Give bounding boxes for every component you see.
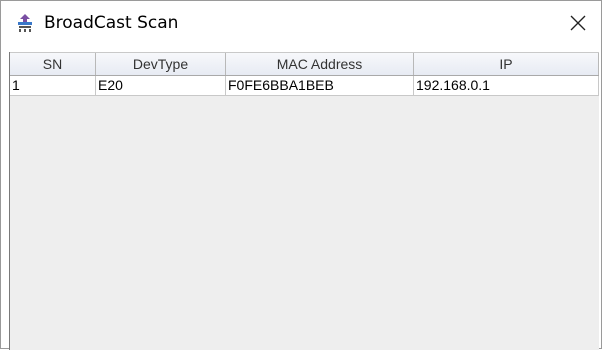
close-button[interactable] — [555, 1, 601, 45]
close-icon — [570, 15, 586, 31]
broadcast-app-icon — [15, 13, 35, 33]
broadcast-scan-window: BroadCast Scan SN DevType MAC Address IP… — [0, 0, 602, 350]
window-title: BroadCast Scan — [44, 13, 179, 33]
cell-devtype: E20 — [96, 76, 226, 95]
cell-ip: 192.168.0.1 — [414, 76, 599, 95]
column-header-mac-address[interactable]: MAC Address — [226, 53, 414, 75]
column-header-devtype[interactable]: DevType — [96, 53, 226, 75]
table-row[interactable]: 1 E20 F0FE6BBA1BEB 192.168.0.1 — [10, 76, 599, 96]
column-header-sn[interactable]: SN — [10, 53, 96, 75]
cell-sn: 1 — [10, 76, 96, 95]
title-bar[interactable]: BroadCast Scan — [1, 1, 601, 45]
table-header: SN DevType MAC Address IP — [10, 52, 599, 76]
column-header-ip[interactable]: IP — [414, 53, 599, 75]
scan-results-panel: SN DevType MAC Address IP 1 E20 F0FE6BBA… — [9, 52, 599, 350]
cell-mac-address: F0FE6BBA1BEB — [226, 76, 414, 95]
